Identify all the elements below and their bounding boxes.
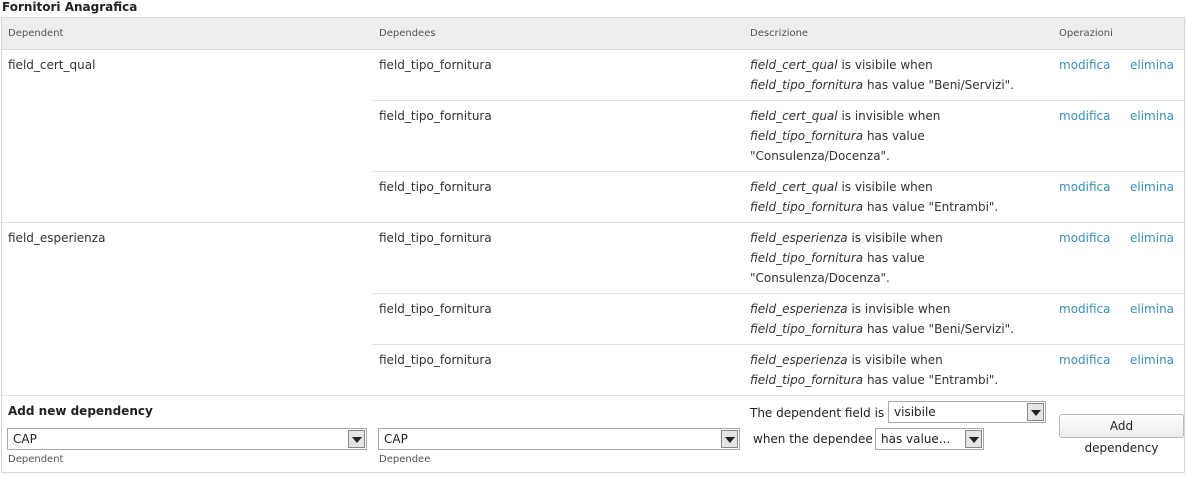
desc-value-cont: "Consulenza/Docenza". [750,149,890,163]
desc-value: has value [863,129,925,143]
row-divider [2,222,1184,223]
delete-link[interactable]: elimina [1130,177,1174,197]
desc-dependee: field_tipo_fornitura [750,251,864,265]
dependencies-table: Dependent Dependees Descrizione Operazio… [1,17,1185,473]
condition-prefix-label: when the dependee [753,432,873,446]
dependent-select-value: CAP [13,432,37,446]
chevron-down-icon[interactable] [348,430,365,448]
add-dependency-title: Add new dependency [8,404,153,418]
header-dependent: Dependent [8,28,64,39]
dependee-cell: field_tipo_fornitura [379,180,492,194]
dependee-cell: field_tipo_fornitura [379,58,492,72]
desc-field: field_cert_qual [750,109,838,123]
edit-link[interactable]: modifica [1059,228,1111,248]
edit-link[interactable]: modifica [1059,55,1111,75]
row-divider [372,293,1184,294]
dependee-select[interactable]: CAP [378,428,740,450]
description-cell: field_cert_qual is visibile when field_t… [750,177,998,217]
desc-dependee: field_tipo_fornitura [750,322,864,336]
desc-value-cont: "Consulenza/Docenza". [750,271,890,285]
desc-value: has value "Beni/Servizi". [863,322,1015,336]
dependee-cell: field_tipo_fornitura [379,353,492,367]
row-divider [372,100,1184,101]
header-descrizione: Descrizione [750,28,809,39]
row-divider [372,344,1184,345]
description-cell: field_esperienza is visibile when field_… [750,228,943,288]
add-dependency-button[interactable]: Add dependency [1059,414,1184,455]
description-cell: field_cert_qual is visibile when field_t… [750,55,1014,95]
row-divider [372,171,1184,172]
state-select[interactable]: visibile [888,401,1046,423]
desc-value: has value "Beni/Servizi". [863,78,1015,92]
desc-field: field_esperienza [750,302,848,316]
edit-link[interactable]: modifica [1059,177,1111,197]
dependee-cell: field_tipo_fornitura [379,109,492,123]
desc-state: is visibile when [847,353,943,367]
desc-value: has value "Entrambi". [863,373,999,387]
condition-select-value: has value... [881,432,951,446]
table-header: Dependent Dependees Descrizione Operazio… [2,18,1184,50]
dependee-select-label: Dependee [379,454,431,465]
condition-select[interactable]: has value... [875,428,984,450]
dependent-select-label: Dependent [8,454,64,465]
dependee-cell: field_tipo_fornitura [379,231,492,245]
state-select-value: visibile [894,405,936,419]
state-prefix-label: The dependent field is [750,406,885,420]
delete-link[interactable]: elimina [1130,106,1174,126]
desc-value: has value [863,251,925,265]
desc-state: is visibile when [837,180,933,194]
dependent-select[interactable]: CAP [7,428,367,450]
desc-state: is visibile when [837,58,933,72]
desc-value: has value "Entrambi". [863,200,999,214]
chevron-down-icon[interactable] [1027,403,1044,421]
description-cell: field_cert_qual is invisible when field_… [750,106,940,166]
desc-field: field_esperienza [750,353,848,367]
description-cell: field_esperienza is visibile when field_… [750,350,998,390]
delete-link[interactable]: elimina [1130,55,1174,75]
header-operazioni: Operazioni [1059,28,1113,39]
desc-state: is invisible when [837,109,941,123]
desc-dependee: field_tipo_fornitura [750,129,864,143]
desc-field: field_cert_qual [750,180,838,194]
desc-state: is invisible when [847,302,951,316]
description-cell: field_esperienza is invisible when field… [750,299,1014,339]
dependent-cell: field_cert_qual [8,58,96,72]
chevron-down-icon[interactable] [721,430,738,448]
delete-link[interactable]: elimina [1130,350,1174,370]
edit-link[interactable]: modifica [1059,106,1111,126]
delete-link[interactable]: elimina [1130,299,1174,319]
chevron-down-icon[interactable] [965,430,982,448]
delete-link[interactable]: elimina [1130,228,1174,248]
desc-state: is visibile when [847,231,943,245]
desc-dependee: field_tipo_fornitura [750,200,864,214]
desc-dependee: field_tipo_fornitura [750,78,864,92]
row-divider [2,395,1184,396]
dependee-select-value: CAP [384,432,408,446]
table-caption: Fornitori Anagrafica [2,0,138,14]
dependee-cell: field_tipo_fornitura [379,302,492,316]
dependent-cell: field_esperienza [8,231,106,245]
edit-link[interactable]: modifica [1059,350,1111,370]
edit-link[interactable]: modifica [1059,299,1111,319]
desc-field: field_cert_qual [750,58,838,72]
desc-dependee: field_tipo_fornitura [750,373,864,387]
header-dependees: Dependees [379,28,436,39]
desc-field: field_esperienza [750,231,848,245]
